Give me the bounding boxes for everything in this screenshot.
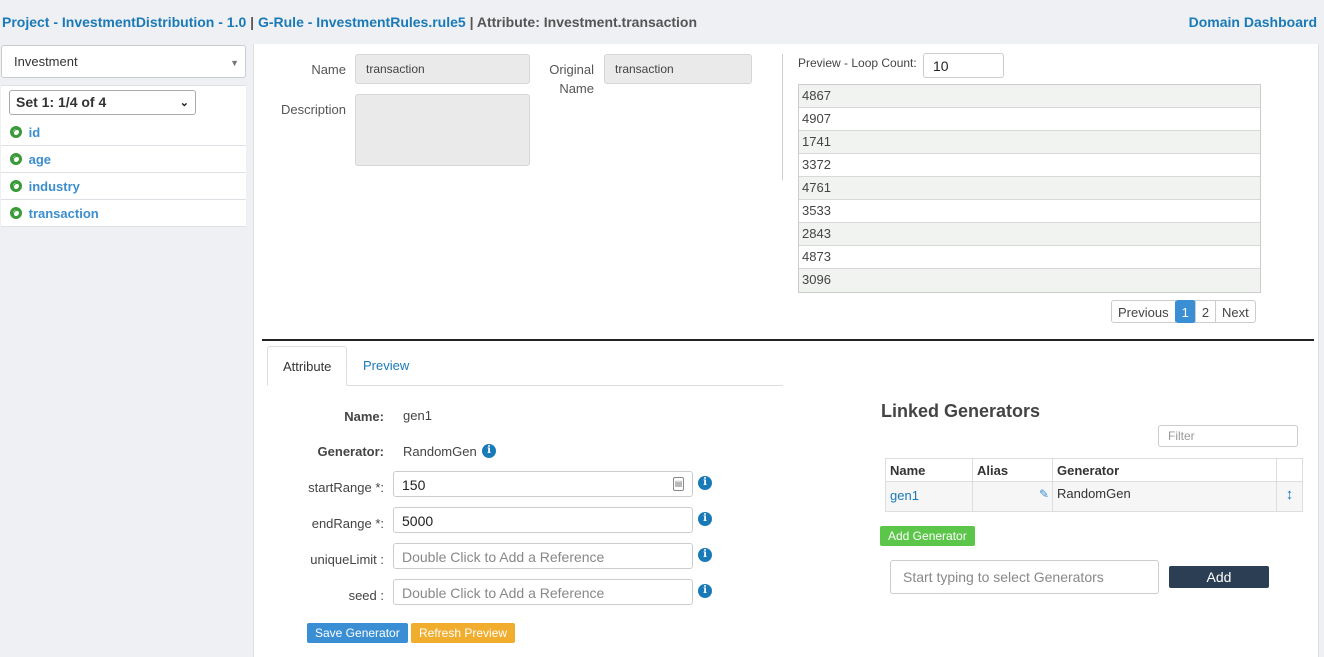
sidebar-item-label: age xyxy=(28,152,52,167)
table-row: 4867 xyxy=(799,85,1260,108)
main-panel: Name transaction Description Original Na… xyxy=(253,44,1319,657)
description-field[interactable] xyxy=(355,94,530,166)
column-header-name: Name xyxy=(886,459,973,481)
caret-down-icon: ▼ xyxy=(230,58,239,68)
name-field[interactable]: transaction xyxy=(355,54,530,84)
tab-bar: Attribute Preview xyxy=(267,346,783,386)
original-name-field[interactable]: transaction xyxy=(604,54,752,84)
linked-generators-title: Linked Generators xyxy=(881,401,1041,421)
generator-type-value: RandomGen xyxy=(403,444,477,459)
linked-generators-table: Name Alias Generator gen1 ✎ RandomGen ↕ xyxy=(885,458,1303,512)
breadcrumb-attribute: Attribute: Investment.transaction xyxy=(476,14,698,30)
description-label: Description xyxy=(280,102,346,117)
table-row: 4761 xyxy=(799,177,1260,200)
lifebuoy-icon xyxy=(10,180,22,192)
table-row: 3533 xyxy=(799,200,1260,223)
lifebuoy-icon xyxy=(10,153,22,165)
sidebar: Investment ▼ Set 1: 1/4 of 4 ⌄ id age in… xyxy=(0,44,247,657)
pagination-page-2[interactable]: 2 xyxy=(1194,300,1217,323)
vertical-divider xyxy=(782,54,783,180)
filter-input[interactable]: Filter xyxy=(1158,425,1298,447)
info-icon[interactable]: i xyxy=(698,512,712,526)
sidebar-item-label: transaction xyxy=(28,206,99,221)
original-name-label-line2: Name xyxy=(559,81,594,96)
original-name-label: Original Name xyxy=(540,62,594,96)
breadcrumb-project-link[interactable]: Project - InvestmentDistribution - 1.0 xyxy=(2,14,246,30)
table-row: 4907 xyxy=(799,108,1260,131)
tab-attribute[interactable]: Attribute xyxy=(267,346,348,386)
pagination: Previous 1 2 Next xyxy=(1111,300,1256,324)
add-button[interactable]: Add xyxy=(1169,566,1269,588)
unique-limit-input[interactable]: Double Click to Add a Reference xyxy=(393,543,693,569)
top-bar: Project - InvestmentDistribution - 1.0 |… xyxy=(0,0,1324,44)
set-select-value: Set 1: 1/4 of 4 xyxy=(16,94,107,110)
entity-select-value: Investment xyxy=(14,54,78,69)
set-select-container: Set 1: 1/4 of 4 ⌄ xyxy=(1,85,246,119)
linked-generator-type: RandomGen xyxy=(1053,482,1277,511)
end-range-input[interactable]: 5000 xyxy=(393,507,693,533)
loop-count-label: Preview - Loop Count: xyxy=(798,56,917,70)
linked-generator-alias[interactable]: ✎ xyxy=(973,482,1053,511)
reorder-icon[interactable]: ↕ xyxy=(1277,482,1302,511)
calculator-icon[interactable]: ▤ xyxy=(673,477,684,491)
sidebar-item-id[interactable]: id xyxy=(1,119,246,146)
lifebuoy-icon xyxy=(10,126,22,138)
start-range-value: 150 xyxy=(402,477,426,493)
set-select[interactable]: Set 1: 1/4 of 4 ⌄ xyxy=(9,90,196,115)
breadcrumb-separator: | xyxy=(250,14,255,30)
breadcrumb-separator: | xyxy=(469,14,474,30)
generator-name-value: gen1 xyxy=(403,408,432,423)
table-row: 3096 xyxy=(799,269,1260,292)
entity-select[interactable]: Investment ▼ xyxy=(1,45,246,78)
column-header-alias: Alias xyxy=(973,459,1053,481)
pagination-previous[interactable]: Previous xyxy=(1111,300,1176,323)
sidebar-item-label: id xyxy=(28,125,41,140)
generator-search-input[interactable]: Start typing to select Generators xyxy=(890,560,1159,594)
column-header-generator: Generator xyxy=(1053,459,1277,481)
domain-dashboard-link[interactable]: Domain Dashboard xyxy=(1189,14,1317,30)
chevron-down-icon: ⌄ xyxy=(179,97,189,109)
sidebar-item-label: industry xyxy=(28,179,80,194)
start-range-label: startRange *: xyxy=(308,480,384,495)
breadcrumb: Project - InvestmentDistribution - 1.0 |… xyxy=(2,14,697,30)
preview-table: 4867 4907 1741 3372 4761 3533 2843 4873 … xyxy=(798,84,1261,293)
column-header-actions xyxy=(1277,459,1302,481)
name-label: Name xyxy=(311,62,346,77)
end-range-label: endRange *: xyxy=(311,516,384,531)
breadcrumb-rule-link[interactable]: G-Rule - InvestmentRules.rule5 xyxy=(258,14,466,30)
original-name-label-line1: Original xyxy=(549,62,594,77)
info-icon[interactable]: i xyxy=(698,476,712,490)
table-row: 1741 xyxy=(799,131,1260,154)
table-row: 3372 xyxy=(799,154,1260,177)
sidebar-item-industry[interactable]: industry xyxy=(1,173,246,200)
table-header-row: Name Alias Generator xyxy=(886,459,1302,482)
table-row: 2843 xyxy=(799,223,1260,246)
pencil-icon[interactable]: ✎ xyxy=(1039,487,1049,501)
pagination-next[interactable]: Next xyxy=(1215,300,1256,323)
add-generator-button[interactable]: Add Generator xyxy=(880,526,975,546)
sidebar-item-age[interactable]: age xyxy=(1,146,246,173)
tab-preview[interactable]: Preview xyxy=(348,346,424,386)
info-icon[interactable]: i xyxy=(482,444,496,458)
linked-generator-name-link[interactable]: gen1 xyxy=(890,488,919,503)
pagination-page-1[interactable]: 1 xyxy=(1174,300,1196,323)
table-row: gen1 ✎ RandomGen ↕ xyxy=(886,482,1302,511)
seed-label: seed : xyxy=(348,588,384,603)
info-icon[interactable]: i xyxy=(698,548,712,562)
save-generator-button[interactable]: Save Generator xyxy=(307,623,408,643)
lifebuoy-icon xyxy=(10,207,22,219)
sidebar-item-transaction[interactable]: transaction xyxy=(1,200,246,227)
seed-input[interactable]: Double Click to Add a Reference xyxy=(393,579,693,605)
linked-generator-name[interactable]: gen1 xyxy=(886,482,973,511)
start-range-input[interactable]: 150 ▤ xyxy=(393,471,693,497)
section-divider xyxy=(262,339,1314,341)
generator-name-label: Name: xyxy=(344,409,384,424)
refresh-preview-button[interactable]: Refresh Preview xyxy=(411,623,516,643)
info-icon[interactable]: i xyxy=(698,584,712,598)
generator-type-label: Generator: xyxy=(317,444,384,459)
table-row: 4873 xyxy=(799,246,1260,269)
loop-count-input[interactable]: 10 xyxy=(923,53,1004,78)
attribute-list: id age industry transaction xyxy=(1,119,246,227)
unique-limit-label: uniqueLimit : xyxy=(310,552,384,567)
